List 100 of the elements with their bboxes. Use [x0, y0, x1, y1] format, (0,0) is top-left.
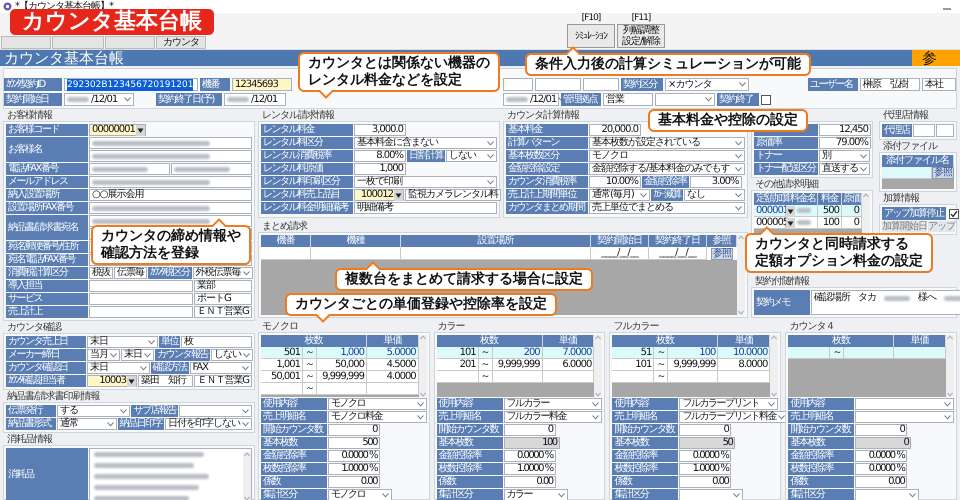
number-field[interactable]: 3,000.0 — [354, 124, 406, 136]
scrollbar[interactable] — [594, 335, 602, 397]
number-field[interactable]: 79.00% — [819, 137, 871, 149]
number-field[interactable]: 0.00 — [679, 476, 732, 488]
dropdown[interactable]: 別 — [819, 150, 870, 162]
dropdown[interactable]: なし — [684, 189, 745, 201]
text-field[interactable] — [912, 124, 934, 137]
code-field[interactable]: 10003 — [87, 375, 137, 387]
date-dropdown[interactable]: /12/01 — [503, 93, 559, 106]
dropdown[interactable]: 末日 — [121, 349, 154, 361]
scroll-down-icon[interactable] — [420, 392, 426, 397]
dropdown[interactable] — [178, 405, 252, 417]
number-field[interactable]: 12,450 — [819, 124, 871, 136]
blurred-field[interactable] — [89, 176, 252, 188]
text-field[interactable]: 伝票毎 — [114, 267, 147, 279]
dropdown[interactable] — [679, 489, 744, 500]
dropdown[interactable]: 売上単位でまとめる — [589, 202, 745, 214]
table-row[interactable]: 101 ～ 9,999,999 8.0000 — [612, 359, 770, 371]
number-field[interactable]: 1,000 — [354, 163, 406, 175]
table-row[interactable]: 50,001 ～ 9,999,999 4.0000 — [261, 371, 419, 383]
number-field[interactable]: 0.00 — [504, 476, 556, 488]
text-field[interactable]: 築田 知行 — [138, 375, 194, 387]
scroll-down-icon[interactable] — [947, 392, 954, 397]
caret-icon[interactable] — [394, 190, 403, 200]
number-field[interactable]: 20,000.0 — [589, 124, 641, 136]
dropdown[interactable]: 金額控除する/基本料金のみでもす — [589, 163, 745, 175]
scroll-up-icon[interactable] — [244, 452, 250, 457]
text-field[interactable]: 明細備考 — [354, 202, 497, 214]
number-field[interactable]: 0.0000 % — [855, 450, 908, 462]
scroll-down-icon[interactable] — [244, 496, 250, 500]
table-row[interactable]: 51 ～ 100 10.0000 — [612, 347, 770, 359]
text-field[interactable]: 監視カメラレンタル料 — [405, 189, 501, 201]
scroll-down-icon[interactable] — [771, 392, 778, 397]
table-row[interactable]: ～ — [788, 347, 946, 359]
text-field[interactable] — [89, 306, 193, 318]
date-field[interactable]: /12/01 — [224, 93, 286, 106]
text-field[interactable]: 税抜 — [89, 267, 113, 279]
dropdown[interactable]: しない — [211, 349, 253, 361]
caret-icon[interactable] — [136, 124, 145, 136]
toolbar-tab[interactable]: カウンタ — [156, 36, 206, 49]
date-field[interactable]: ____/__/__ — [591, 247, 649, 260]
blurred-field[interactable] — [171, 163, 252, 175]
blurred-field[interactable] — [89, 137, 252, 149]
text-field[interactable] — [936, 124, 954, 137]
text-field[interactable]: 営業 — [603, 93, 653, 106]
number-field[interactable]: 0 — [504, 424, 556, 436]
text-field[interactable]: 本社 — [922, 78, 956, 91]
text-field[interactable] — [535, 78, 581, 91]
number-field[interactable]: 3.00% — [690, 176, 742, 188]
text-field[interactable]: 292302B123456720191201 — [64, 78, 198, 91]
table-row[interactable]: 201 ～ 9,999,999 6.0000 — [436, 359, 594, 371]
scroll-up-icon[interactable] — [420, 335, 426, 340]
dropdown[interactable]: 一枚で印刷 — [354, 176, 497, 188]
number-field[interactable]: 0 — [855, 424, 908, 436]
number-field[interactable]: 0.00 — [328, 476, 380, 488]
caret-icon[interactable] — [786, 206, 795, 216]
number-field[interactable]: 0 — [679, 424, 732, 436]
text-field[interactable]: 業部 — [194, 280, 252, 292]
checkbox[interactable] — [761, 94, 771, 104]
table-row[interactable]: ～ — [436, 371, 594, 383]
dropdown[interactable]: モノクロ — [328, 398, 427, 410]
reference-button[interactable]: 参照 — [711, 248, 733, 260]
dropdown[interactable]: 直送する — [819, 163, 870, 175]
table-row[interactable]: ～ — [612, 371, 770, 383]
number-field[interactable]: 0.0000 % — [679, 450, 732, 462]
dropdown[interactable]: フルカラープリント料金 — [679, 411, 788, 423]
table-row[interactable]: 101 ～ 200 7.0000 — [436, 347, 594, 359]
blurred-field[interactable] — [89, 448, 252, 500]
dropdown[interactable]: フルカラー — [504, 398, 602, 410]
toolbar-button[interactable]: 列幅調整 設定/解除 — [617, 24, 665, 48]
text-field[interactable]: ○○展示会用 — [89, 189, 252, 201]
number-field[interactable]: 0.0000 % — [328, 450, 380, 462]
number-field[interactable]: 1.0000 % — [328, 463, 380, 475]
table-row[interactable]: ～ — [261, 383, 419, 395]
blurred-field[interactable] — [89, 150, 252, 162]
text-field[interactable]: ポートG — [194, 293, 252, 305]
dropdown[interactable]: 末日 — [87, 362, 150, 374]
number-field[interactable]: 0.0000 % — [855, 463, 908, 475]
dropdown[interactable]: FAX — [190, 362, 252, 374]
number-field[interactable]: 0.0000 % — [504, 450, 556, 462]
reference-button[interactable]: 参照 — [932, 167, 954, 179]
dropdown[interactable]: 末日 — [87, 336, 158, 348]
scrollbar[interactable] — [243, 452, 251, 500]
dropdown[interactable]: 基本枚数が設定されている — [589, 137, 745, 149]
toolbar-button[interactable]: ｼﾐｭﾚｰｼｮﾝ — [567, 24, 615, 48]
caret-icon[interactable] — [786, 218, 795, 228]
dropdown[interactable]: カラー — [504, 489, 568, 500]
scroll-up-icon[interactable] — [863, 193, 869, 198]
blurred-field[interactable] — [89, 202, 252, 214]
number-field[interactable]: 8.00% — [354, 150, 406, 162]
toolbar-tab[interactable] — [105, 36, 155, 49]
text-field[interactable]: ＥＮＴ営業G — [194, 306, 252, 318]
text-field[interactable]: 榊原 弘樹 — [860, 78, 920, 91]
number-field[interactable]: 1.0000 % — [504, 463, 556, 475]
checkbox[interactable] — [948, 208, 958, 218]
date-dropdown[interactable]: /12/01 — [64, 93, 134, 106]
scrollbar[interactable] — [770, 335, 778, 397]
table-row[interactable]: 1,001 ～ 50,000 4.5000 — [261, 359, 419, 371]
dropdown[interactable]: モノクロ — [589, 150, 745, 162]
dropdown[interactable]: 当月 — [87, 349, 120, 361]
